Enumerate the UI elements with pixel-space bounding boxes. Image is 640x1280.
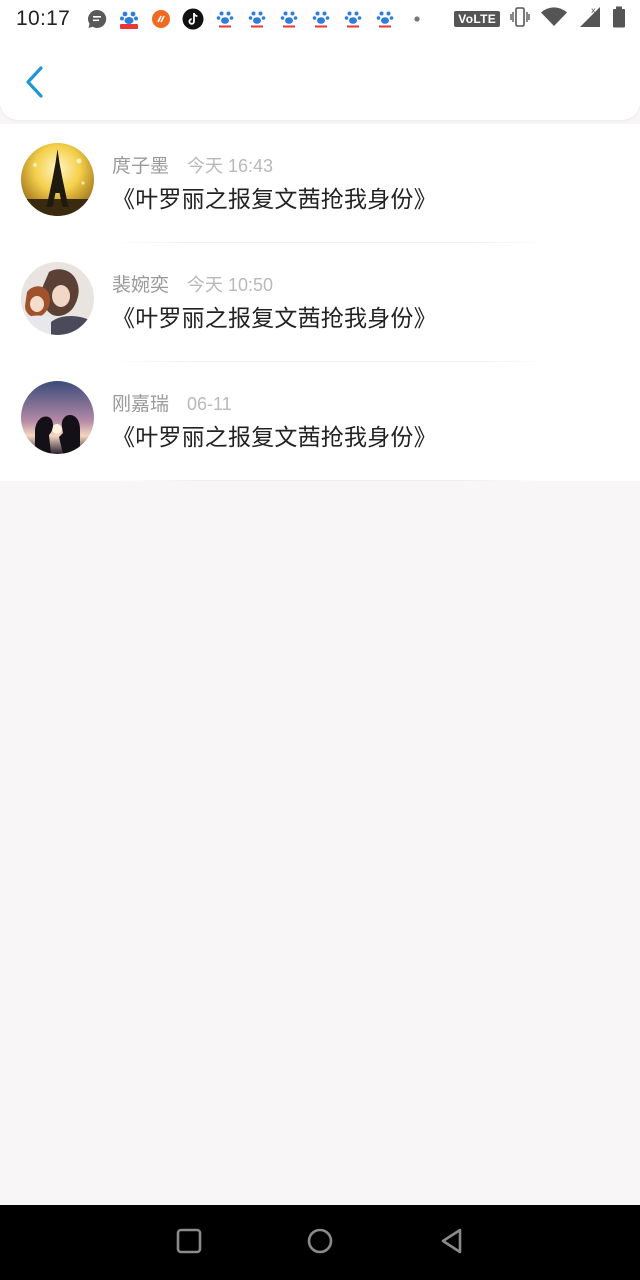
baidu-paw-icon bbox=[278, 8, 300, 30]
baidu-paw-icon bbox=[310, 8, 332, 30]
wifi-icon bbox=[540, 6, 568, 32]
navigation-bar bbox=[0, 1205, 640, 1280]
message-content: 《叶罗丽之报复文茜抢我身份》 bbox=[112, 187, 437, 213]
message-meta: 裴婉奕 今天 10:50 bbox=[112, 270, 273, 297]
message-meta: 庹子墨 今天 16:43 bbox=[112, 151, 273, 178]
recents-button[interactable] bbox=[173, 1227, 205, 1259]
volte-badge: VoLTE bbox=[454, 11, 500, 27]
notification-icons bbox=[86, 8, 428, 30]
top-bar: 10:17 VoLTE x bbox=[0, 0, 640, 120]
sender-name: 庹子墨 bbox=[112, 155, 170, 177]
list-item[interactable]: 庹子墨 今天 16:43 《叶罗丽之报复文茜抢我身份》 bbox=[0, 124, 640, 243]
avatar[interactable] bbox=[21, 143, 94, 216]
message-time: 今天 16:43 bbox=[187, 156, 274, 176]
svg-text:x: x bbox=[591, 6, 596, 15]
baidu-paw-icon bbox=[246, 8, 268, 30]
list-item[interactable]: 刚嘉瑞 06-11 《叶罗丽之报复文茜抢我身份》 bbox=[0, 362, 640, 481]
sender-name: 裴婉奕 bbox=[112, 274, 170, 296]
message-time: 今天 10:50 bbox=[187, 275, 274, 295]
vibrate-icon bbox=[510, 6, 530, 32]
sender-name: 刚嘉瑞 bbox=[112, 393, 170, 415]
status-time: 10:17 bbox=[16, 7, 71, 30]
recents-square-icon bbox=[175, 1227, 203, 1259]
list-item[interactable]: 裴婉奕 今天 10:50 《叶罗丽之报复文茜抢我身份》 bbox=[0, 243, 640, 362]
baidu-paw-icon bbox=[342, 8, 364, 30]
tiktok-icon bbox=[182, 8, 204, 30]
message-content: 《叶罗丽之报复文茜抢我身份》 bbox=[112, 425, 437, 451]
back-triangle-icon bbox=[438, 1227, 466, 1259]
battery-icon bbox=[612, 6, 626, 32]
baidu-paw-icon bbox=[374, 8, 396, 30]
back-nav-button[interactable] bbox=[436, 1227, 468, 1259]
home-button[interactable] bbox=[304, 1227, 336, 1259]
signal-icon: x bbox=[578, 5, 602, 33]
chevron-left-icon bbox=[23, 65, 45, 103]
avatar[interactable] bbox=[21, 262, 94, 335]
avatar[interactable] bbox=[21, 381, 94, 454]
home-circle-icon bbox=[306, 1227, 334, 1259]
system-icons: VoLTE x bbox=[454, 5, 626, 33]
weibo-icon bbox=[150, 8, 172, 30]
baidu-app-icon bbox=[118, 8, 140, 30]
sunset-couple-avatar bbox=[21, 381, 94, 454]
status-bar: 10:17 VoLTE x bbox=[0, 0, 640, 38]
dot-icon bbox=[406, 8, 428, 30]
eiffel-tower-avatar bbox=[21, 143, 94, 216]
message-meta: 刚嘉瑞 06-11 bbox=[112, 389, 232, 416]
message-content: 《叶罗丽之报复文茜抢我身份》 bbox=[112, 306, 437, 332]
baidu-paw-icon bbox=[214, 8, 236, 30]
message-time: 06-11 bbox=[187, 394, 232, 414]
message-list: 庹子墨 今天 16:43 《叶罗丽之报复文茜抢我身份》 裴婉奕 今天 10:50… bbox=[0, 124, 640, 481]
anime-couple-avatar bbox=[21, 262, 94, 335]
screen: 10:17 VoLTE x 庹子墨 今天 16:43 《叶罗丽之报复文茜抢我身份… bbox=[0, 0, 640, 1280]
back-button[interactable] bbox=[18, 64, 50, 104]
message-icon bbox=[86, 8, 108, 30]
